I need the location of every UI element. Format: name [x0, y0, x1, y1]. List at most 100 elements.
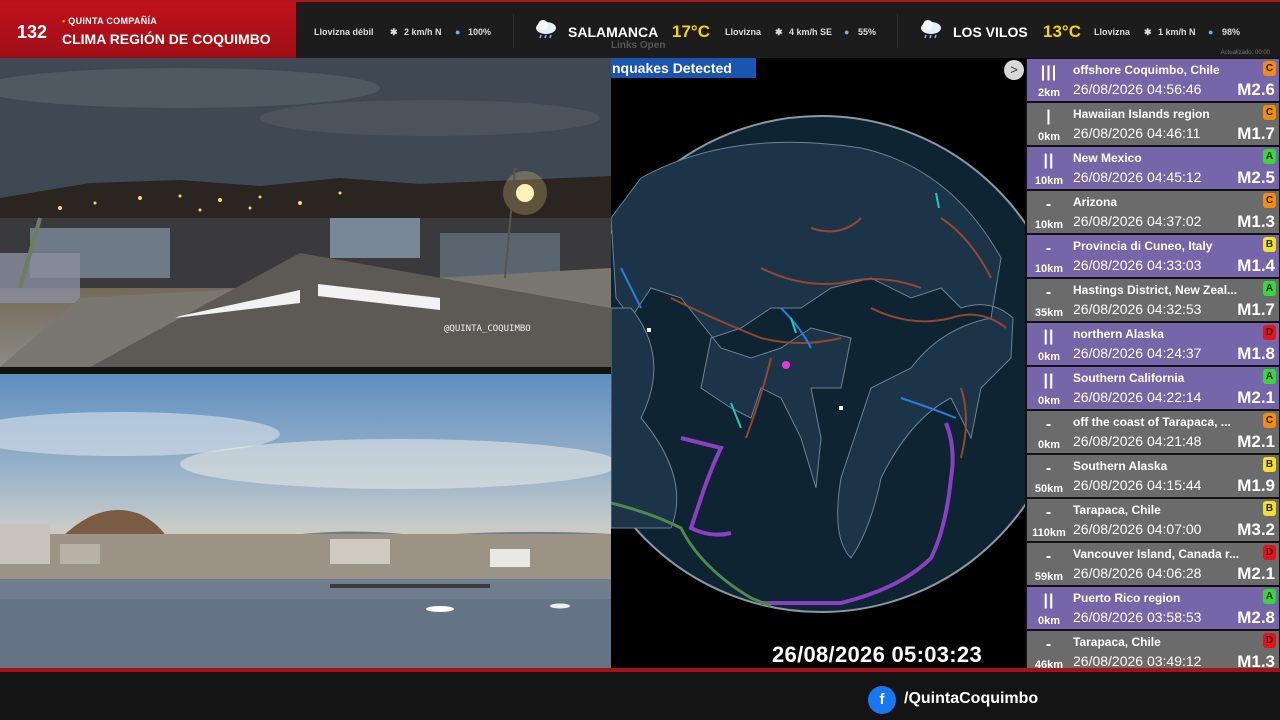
quake-item[interactable]: - 110km Tarapaca, Chile 26/08/2026 04:07:00… [1027, 499, 1279, 541]
night-city-scene [0, 58, 611, 367]
station-condition: Llovizna [725, 27, 762, 37]
quake-item[interactable]: - 0km off the coast of Tarapaca, ... 26/08/… [1027, 411, 1279, 453]
camera-divider [0, 367, 611, 374]
local-wind: 2 km/h N [404, 27, 442, 37]
facebook-icon[interactable]: f [868, 686, 896, 714]
channel-number: 132 [17, 22, 48, 42]
quake-depth: 0km [1037, 351, 1061, 363]
stream-overlay: 132 • QUINTA COMPAÑÍA CLIMA REGIÓN DE CO… [0, 0, 1280, 720]
quake-depth: 50km [1034, 483, 1064, 495]
quake-item[interactable]: - 10km Provincia di Cuneo, Italy 26/08/2026… [1027, 235, 1279, 277]
quake-place: Southern California [1073, 371, 1185, 385]
quake-time: 26/08/2026 04:37:02 [1073, 213, 1202, 229]
alert-level-badge: B [1263, 237, 1276, 252]
updated-label: Actualizado: 00:00 [1220, 50, 1270, 56]
alert-level-badge: A [1263, 589, 1276, 604]
quake-time: 26/08/2026 04:56:46 [1073, 81, 1202, 97]
weather-station-los-vilos: LOS VILOS 13°C Llovizna ✱ 1 km/h N ● 98% [915, 2, 1260, 60]
quake-item[interactable]: ||| 2km offshore Coquimbo, Chile 26/08/2026… [1027, 59, 1279, 101]
humidity-icon: ● [1208, 27, 1214, 37]
station-humidity: 55% [858, 27, 877, 37]
wind-icon: ✱ [390, 27, 398, 37]
quake-magnitude: M1.3 [1237, 212, 1275, 231]
quake-magnitude: M1.4 [1237, 256, 1275, 275]
quake-magnitude: M2.1 [1237, 564, 1275, 583]
quake-depth: 10km [1034, 263, 1064, 275]
quake-place: Tarapaca, Chile [1073, 503, 1161, 517]
quake-depth: 0km [1037, 615, 1061, 627]
quake-place: Puerto Rico region [1073, 591, 1181, 605]
quake-item[interactable]: - 35km Hastings District, New Zeal... 26/08… [1027, 279, 1279, 321]
quake-place: off the coast of Tarapaca, ... [1073, 415, 1231, 429]
station-temp: 13°C [1043, 22, 1081, 41]
bay-scene [0, 412, 611, 668]
alert-level-badge: C [1263, 105, 1276, 120]
quake-depth: 35km [1034, 307, 1064, 319]
quake-depth: 10km [1034, 175, 1064, 187]
intensity-bars: ||| [1040, 64, 1058, 81]
quake-place: Arizona [1073, 195, 1118, 209]
quake-place: Southern Alaska [1073, 459, 1168, 473]
brand-subtitle-text: QUINTA COMPAÑÍA [68, 16, 158, 26]
alert-level-badge: D [1263, 633, 1276, 648]
intensity-bars: || [1043, 328, 1055, 345]
quake-magnitude: M1.7 [1237, 124, 1275, 143]
quake-time: 26/08/2026 04:06:28 [1073, 565, 1202, 581]
quake-magnitude: M3.2 [1237, 520, 1275, 539]
quake-item[interactable]: | 0km Hawaiian Islands region 26/08/2026 04… [1027, 103, 1279, 145]
quake-depth: 110km [1032, 527, 1066, 539]
quake-magnitude: M2.1 [1237, 432, 1275, 451]
wind-icon: ✱ [1144, 27, 1152, 37]
facebook-handle[interactable]: /QuintaCoquimbo [904, 690, 1038, 708]
weather-local: Llovizna débil ✱ 2 km/h N ● 100% [300, 2, 520, 60]
next-arrow-button[interactable]: > [1004, 60, 1024, 80]
quake-depth: 10km [1034, 219, 1064, 231]
camera-feed-bay [0, 374, 611, 668]
quake-item[interactable]: - 10km Arizona 26/08/2026 04:37:02 M1.3 C [1027, 191, 1279, 233]
alert-level-badge: D [1263, 545, 1276, 560]
station-condition: Llovizna [1094, 27, 1131, 37]
quake-magnitude: M2.6 [1237, 80, 1275, 99]
station-city: SALAMANCA [568, 24, 659, 40]
earthquake-globe-map [611, 58, 1025, 668]
divider [513, 14, 514, 48]
footer-bar [0, 668, 1280, 720]
intensity-bars: - [1045, 284, 1053, 301]
quake-depth: 0km [1037, 131, 1061, 143]
station-temp: 17°C [672, 22, 710, 41]
intensity-bars: || [1043, 152, 1055, 169]
brand-block: 132 • QUINTA COMPAÑÍA CLIMA REGIÓN DE CO… [0, 2, 296, 60]
intensity-bars: - [1045, 416, 1053, 433]
quake-place: Vancouver Island, Canada r... [1073, 547, 1240, 561]
humidity-icon: ● [455, 27, 461, 37]
station-city: LOS VILOS [953, 24, 1028, 40]
quake-item[interactable]: -46km Tarapaca, Chile 26/08/2026 03:49:12 M… [1027, 631, 1279, 671]
brand-subtitle: • QUINTA COMPAÑÍA [62, 16, 157, 26]
quake-place: Tarapaca, Chile [1073, 635, 1161, 649]
rain-cloud-icon [536, 20, 556, 39]
intensity-bars: || [1043, 372, 1055, 389]
alert-level-badge: C [1263, 413, 1276, 428]
quake-item[interactable]: || 10km New Mexico 26/08/2026 04:45:12 M2.5 A [1027, 147, 1279, 189]
earthquake-list: ||| 2km offshore Coquimbo, Chile 26/08/2026… [1025, 58, 1280, 671]
intensity-bars: - [1045, 636, 1053, 653]
quake-item[interactable]: || 0km northern Alaska 26/08/2026 04:24:37 M… [1027, 323, 1279, 365]
quake-item[interactable]: || 0km Puerto Rico region 26/08/2026 03:58:… [1027, 587, 1279, 629]
map-tabs[interactable]: Links Open [611, 40, 665, 51]
alert-level-badge: A [1263, 281, 1276, 296]
quake-magnitude: M1.9 [1237, 476, 1275, 495]
quake-magnitude: M2.8 [1237, 608, 1275, 627]
quake-time: 26/08/2026 03:49:12 [1073, 653, 1202, 669]
quake-item[interactable]: - 50km Southern Alaska 26/08/2026 04:15:44 M… [1027, 455, 1279, 497]
quake-item[interactable]: || 0km Southern California 26/08/2026 04:22… [1027, 367, 1279, 409]
quake-time: 26/08/2026 04:46:11 [1073, 125, 1201, 141]
camera-watermark: @QUINTA_COQUIMBO [444, 324, 531, 334]
quake-time: 26/08/2026 04:15:44 [1073, 477, 1202, 493]
quake-time: 26/08/2026 04:33:03 [1073, 257, 1202, 273]
quake-time: 26/08/2026 04:45:12 [1073, 169, 1202, 185]
globe [611, 115, 1025, 613]
quake-magnitude: M1.8 [1237, 344, 1275, 363]
quake-time: 26/08/2026 04:22:14 [1073, 389, 1202, 405]
intensity-bars: - [1045, 504, 1053, 521]
quake-item[interactable]: - 59km Vancouver Island, Canada r... 26/08/… [1027, 543, 1279, 585]
